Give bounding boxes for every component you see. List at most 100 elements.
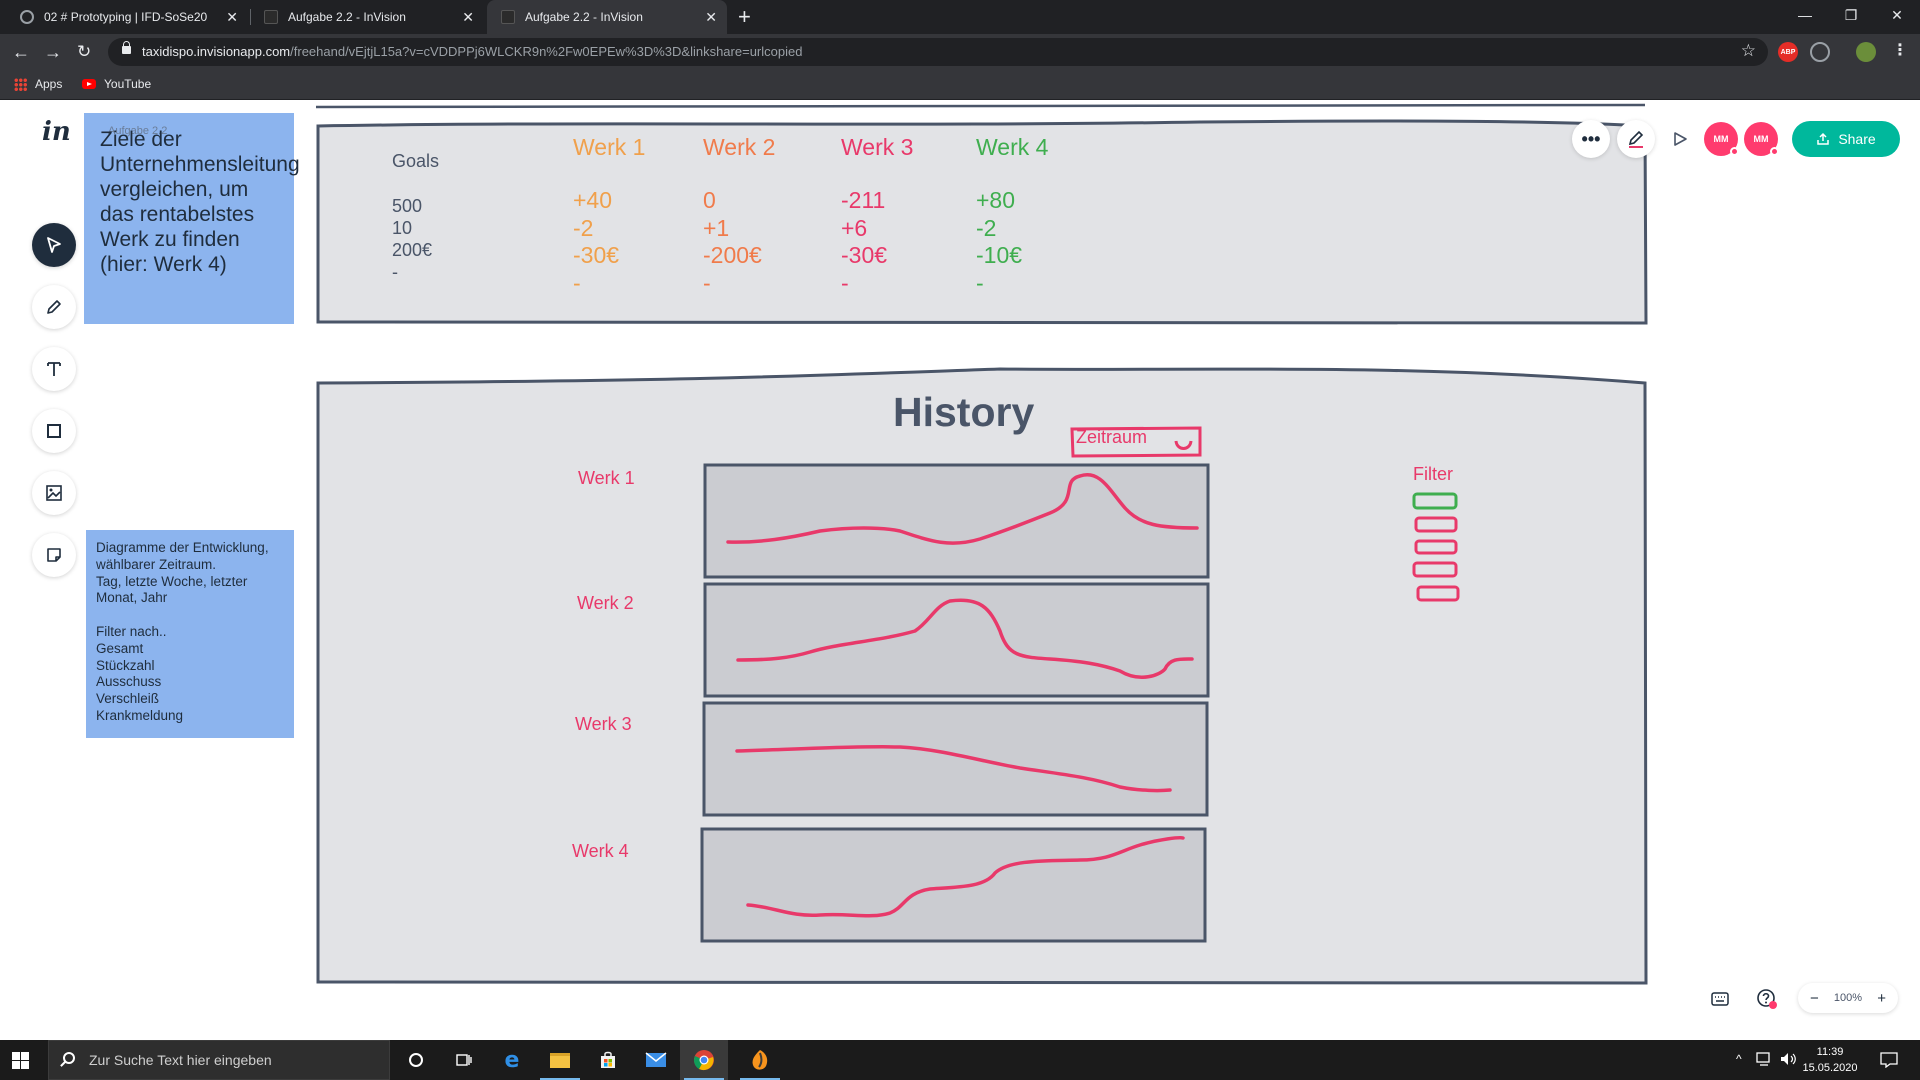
zoom-control: − 100% +: [1798, 983, 1898, 1013]
file-explorer-button[interactable]: [536, 1040, 584, 1080]
select-tool-icon: [47, 237, 61, 253]
lock-icon: [122, 41, 131, 54]
taskbar-search-box[interactable]: Zur Suche Text hier eingeben: [48, 1040, 390, 1080]
task-view-button[interactable]: [440, 1040, 488, 1080]
sticky-note-tool-icon: [47, 548, 61, 562]
sticky-note-tool-button[interactable]: [32, 533, 76, 577]
mail-button[interactable]: [632, 1040, 680, 1080]
address-bar[interactable]: taxidispo.invisionapp.com/freehand/vEjtj…: [108, 38, 1768, 66]
system-clock[interactable]: 11:39 15.05.2020: [1800, 1044, 1860, 1076]
select-tool-button[interactable]: [32, 223, 76, 267]
pen-tool-icon: [47, 300, 61, 314]
tab-separator: [250, 9, 251, 25]
werk-4-values: +80 -2 -10€ -: [976, 187, 1023, 296]
werk-1-values: +40 -2 -30€ -: [573, 187, 620, 296]
history-row-label-werk-2: Werk 2: [577, 593, 634, 613]
goals-values: 500 10 200€ -: [392, 196, 433, 282]
fl-studio-icon: [752, 1050, 768, 1070]
cortana-button[interactable]: [392, 1040, 440, 1080]
tab-prototyping[interactable]: 02 # Prototyping | IFD-SoSe20 ✕: [8, 0, 248, 34]
text-tool-icon: [47, 362, 61, 376]
keyboard-shortcuts-button[interactable]: [1710, 989, 1730, 1009]
zoom-out-button[interactable]: −: [1810, 990, 1819, 1007]
mail-icon: [645, 1052, 667, 1067]
werk-3-values: -211 +6 -30€ -: [841, 187, 888, 296]
more-options-button[interactable]: •••: [1572, 120, 1610, 158]
moodle-favicon-icon: [20, 10, 34, 24]
freehand-canvas[interactable]: in Aufgabe 2.2 Ziele der Unternehmenslei…: [0, 101, 1920, 1041]
minimize-window-button[interactable]: —: [1782, 0, 1828, 30]
history-row-label-werk-3: Werk 3: [575, 714, 632, 734]
url-host: taxidispo.invisionapp.com: [142, 44, 291, 59]
shape-tool-button[interactable]: [32, 409, 76, 453]
collaborator-avatar-1[interactable]: MM: [1704, 122, 1739, 156]
show-hidden-icons-icon[interactable]: ^: [1736, 1052, 1742, 1066]
close-window-button[interactable]: ✕: [1874, 0, 1920, 30]
profile-avatar[interactable]: [1856, 42, 1876, 62]
shape-tool-icon: [47, 424, 61, 438]
bookmark-youtube[interactable]: YouTube: [82, 77, 151, 91]
close-tab-icon[interactable]: ✕: [226, 9, 238, 25]
action-center-icon[interactable]: [1880, 1052, 1898, 1068]
sticky-note-goals[interactable]: Aufgabe 2.2 Ziele der Unternehmensleitun…: [84, 113, 300, 324]
filter-label: Filter: [1413, 464, 1453, 484]
sticky-note-text: Diagramme der Entwicklung, wählbarer Zei…: [96, 540, 269, 723]
text-tool-button[interactable]: [32, 347, 76, 391]
store-button[interactable]: [584, 1040, 632, 1080]
image-tool-icon: [46, 485, 62, 501]
help-button[interactable]: [1756, 988, 1778, 1010]
apps-grid-icon: [14, 77, 27, 91]
fl-studio-button[interactable]: [736, 1040, 784, 1080]
chrome-icon: [694, 1050, 714, 1071]
windows-start-icon[interactable]: [12, 1052, 29, 1069]
history-row-label-werk-4: Werk 4: [572, 841, 629, 861]
zeitraum-dropdown[interactable]: Zeitraum: [1076, 427, 1147, 448]
url-text[interactable]: taxidispo.invisionapp.com/freehand/vEjtj…: [142, 44, 802, 59]
store-icon: [601, 1051, 615, 1068]
bookmarks-bar: Apps YouTube: [0, 70, 1920, 100]
draw-mode-button[interactable]: [1617, 120, 1655, 158]
sticky-note-history[interactable]: Diagramme der Entwicklung, wählbarer Zei…: [86, 530, 294, 738]
network-icon[interactable]: [1756, 1052, 1774, 1066]
zoom-in-button[interactable]: +: [1877, 990, 1886, 1007]
werk-3-heading: Werk 3: [841, 134, 914, 160]
werk-2-heading: Werk 2: [703, 134, 776, 160]
keyboard-icon: [1711, 992, 1729, 1006]
new-tab-button[interactable]: +: [738, 5, 751, 29]
reload-icon[interactable]: ↻: [77, 41, 91, 63]
cortana-icon: [409, 1053, 423, 1067]
online-indicator: [1770, 147, 1779, 156]
restore-window-button[interactable]: ❐: [1828, 0, 1874, 30]
share-button[interactable]: Share: [1792, 121, 1900, 157]
werk-2-values: 0 +1 -200€ -: [703, 187, 762, 296]
tab-label: Aufgabe 2.2 - InVision: [525, 10, 643, 24]
edge-icon: e: [504, 1047, 520, 1073]
back-icon[interactable]: ←: [12, 41, 30, 63]
pencil-icon: [1628, 130, 1644, 148]
bookmark-star-icon[interactable]: ☆: [1741, 41, 1756, 61]
close-tab-icon[interactable]: ✕: [705, 9, 717, 25]
invision-logo[interactable]: in: [42, 117, 71, 147]
tab-invision-active[interactable]: Aufgabe 2.2 - InVision ✕: [487, 0, 727, 34]
extension-icon[interactable]: [1810, 42, 1830, 62]
volume-icon[interactable]: [1780, 1052, 1798, 1066]
edge-button[interactable]: e: [488, 1040, 536, 1080]
tab-invision-1[interactable]: Aufgabe 2.2 - InVision ✕: [252, 0, 484, 34]
chrome-button[interactable]: [680, 1040, 728, 1080]
tab-label: 02 # Prototyping | IFD-SoSe20: [44, 10, 208, 24]
adblock-icon[interactable]: ABP: [1778, 42, 1798, 62]
task-view-icon: [456, 1054, 472, 1066]
zoom-level[interactable]: 100%: [1834, 992, 1862, 1004]
pen-tool-button[interactable]: [32, 285, 76, 329]
bookmark-apps[interactable]: Apps: [14, 77, 62, 91]
collaborator-avatar-2[interactable]: MM: [1744, 122, 1779, 156]
search-placeholder: Zur Suche Text hier eingeben: [89, 1052, 272, 1068]
youtube-icon: [82, 79, 96, 89]
close-tab-icon[interactable]: ✕: [462, 9, 474, 25]
chrome-menu-icon[interactable]: ⋮: [1892, 42, 1908, 60]
bookmark-label: YouTube: [104, 77, 152, 91]
forward-icon[interactable]: →: [44, 41, 62, 63]
image-tool-button[interactable]: [32, 471, 76, 515]
search-icon: [63, 1052, 75, 1064]
present-button[interactable]: [1670, 129, 1690, 149]
